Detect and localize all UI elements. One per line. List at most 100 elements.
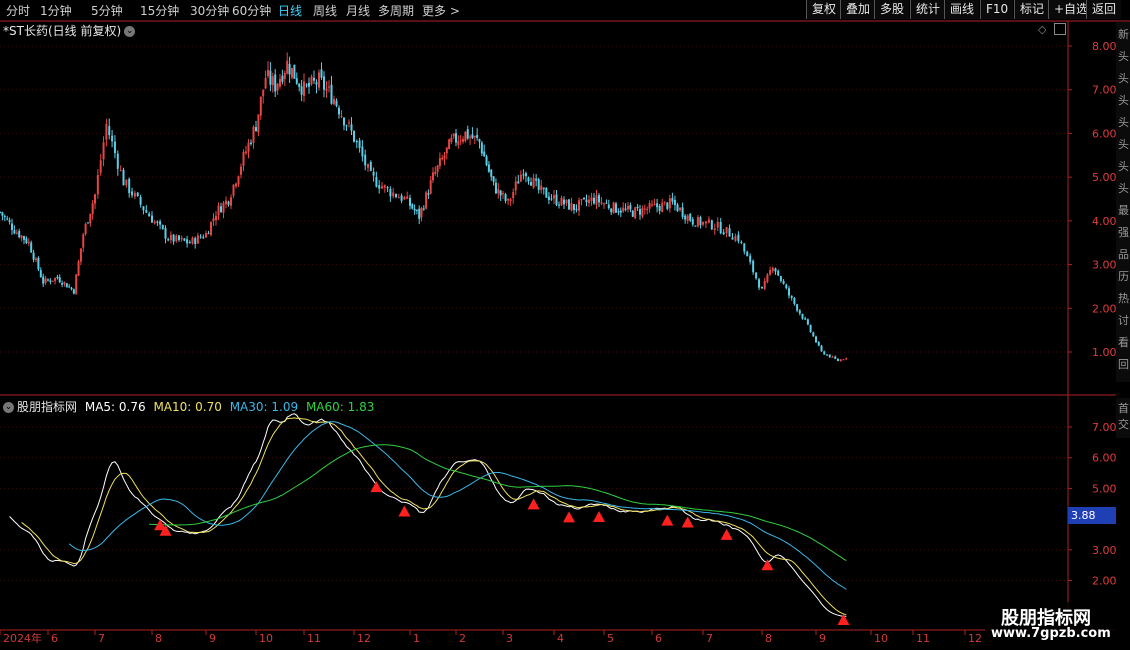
candle-body: [259, 96, 262, 116]
candle-body: [578, 200, 580, 211]
candle-body: [473, 136, 476, 138]
candle-body: [671, 198, 674, 202]
ma5-line: [9, 413, 847, 617]
candle-body: [573, 204, 575, 211]
candle-body: [661, 202, 664, 213]
candle-body: [276, 83, 279, 91]
diamond-icon[interactable]: ◇: [1038, 23, 1046, 36]
candle-body: [191, 237, 194, 244]
candle-body: [409, 197, 411, 206]
candle-body: [77, 261, 80, 276]
candle-body: [108, 126, 111, 136]
x-tick-label: 11: [307, 632, 321, 645]
candle-body: [303, 81, 305, 96]
chevron-down-icon[interactable]: ⌄: [124, 26, 136, 37]
candle-body: [75, 274, 78, 295]
candle-body: [49, 280, 52, 282]
axis-labels: 8.00 7.00 6.00 5.00 4.00 3.00 2.00 1.00 7.00 6.00…: [3, 40, 1117, 645]
candle-body: [172, 234, 175, 242]
candle-body: [175, 235, 178, 242]
candle-body: [653, 203, 656, 205]
panel-toggle-icon[interactable]: [1054, 23, 1066, 35]
kline-chart[interactable]: 8.00 7.00 6.00 5.00 4.00 3.00 2.00 1.00 7.00 6.00…: [0, 0, 1130, 650]
x-tick-label: 9: [209, 632, 216, 645]
candle-body: [462, 139, 465, 142]
candle-body: [422, 208, 425, 210]
candle-body: [210, 221, 212, 235]
candle-body: [603, 203, 605, 205]
current-value-badge: 3.88: [1068, 507, 1116, 524]
candle-body: [445, 147, 448, 154]
candle-body: [563, 199, 565, 205]
candle-body: [212, 218, 215, 222]
candle-body: [595, 195, 598, 205]
ma60-label: MA60: 1.83: [305, 400, 375, 414]
candle-body: [325, 88, 328, 91]
candle-body: [15, 232, 18, 234]
candle-body: [469, 136, 472, 138]
candle-body: [58, 277, 61, 283]
candle-body: [694, 225, 697, 227]
candle-body: [704, 221, 707, 224]
candle-body: [237, 176, 240, 185]
buy-signal-marker: [563, 511, 575, 523]
candle-body: [627, 206, 629, 210]
candle-body: [570, 203, 573, 211]
candle-body: [823, 351, 826, 355]
strip-char: 头: [1118, 72, 1129, 85]
candle-body: [350, 124, 353, 131]
candle-body: [497, 188, 500, 194]
candle-body: [411, 204, 414, 209]
candle-body: [343, 117, 345, 126]
candle-body: [68, 286, 71, 288]
candle-body: [689, 214, 692, 221]
candle-body: [32, 252, 35, 260]
strip-char: 历: [1118, 270, 1129, 283]
x-tick-label: 8: [155, 632, 162, 645]
candle-body: [274, 74, 277, 92]
chart-frame: [0, 20, 1130, 631]
buy-signal-marker: [398, 505, 411, 517]
candle-body: [425, 192, 428, 209]
candle-body: [235, 183, 237, 187]
candle-body: [3, 215, 6, 217]
candle-body: [279, 78, 281, 87]
buy-signal-marker: [661, 514, 674, 526]
candle-body: [519, 174, 522, 182]
candle-body: [436, 165, 439, 172]
candle-body: [624, 208, 627, 210]
candle-body: [91, 203, 94, 215]
candle-body: [406, 196, 409, 199]
chevron-down-icon[interactable]: ⌄: [3, 402, 14, 413]
candle-body: [483, 151, 486, 157]
candle-body: [283, 72, 286, 79]
candle-body: [617, 211, 620, 213]
candle-body: [159, 221, 162, 225]
candle-body: [418, 208, 421, 219]
candle-body: [666, 202, 669, 209]
candle-body: [777, 270, 780, 276]
candle-body: [537, 179, 540, 190]
candle-body: [105, 123, 108, 140]
candle-body: [828, 354, 831, 358]
strip-char: 交: [1118, 418, 1129, 431]
candle-body: [441, 157, 444, 160]
candle-body: [817, 341, 820, 346]
candle-body: [806, 319, 809, 325]
ma10-line: [21, 417, 847, 616]
candle-body: [84, 223, 87, 234]
candle-body: [186, 239, 189, 244]
candle-body: [345, 125, 348, 127]
candle-body: [23, 236, 25, 240]
candle-body: [656, 203, 659, 208]
candle-body: [227, 201, 230, 205]
candlesticks: [0, 52, 848, 362]
candle-body: [355, 140, 358, 143]
candle-body: [831, 356, 834, 358]
candle-body: [222, 202, 225, 213]
candle-body: [70, 287, 73, 289]
candle-body: [607, 204, 610, 209]
candle-body: [372, 171, 375, 176]
candle-body: [499, 190, 502, 196]
candle-body: [54, 277, 57, 281]
